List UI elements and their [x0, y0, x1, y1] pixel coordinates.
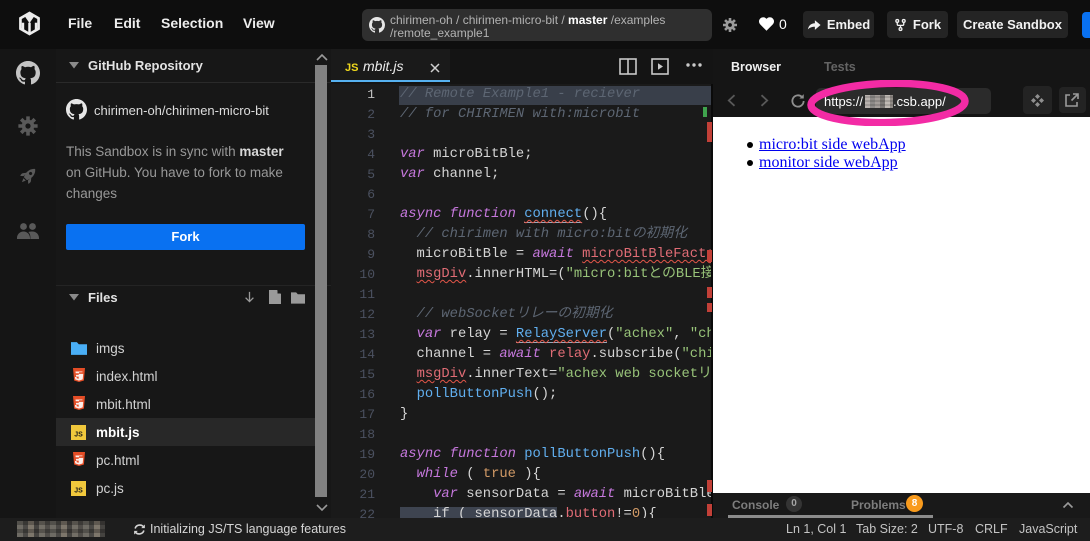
- svg-text:JS: JS: [74, 432, 83, 439]
- svg-text:JS: JS: [74, 488, 83, 495]
